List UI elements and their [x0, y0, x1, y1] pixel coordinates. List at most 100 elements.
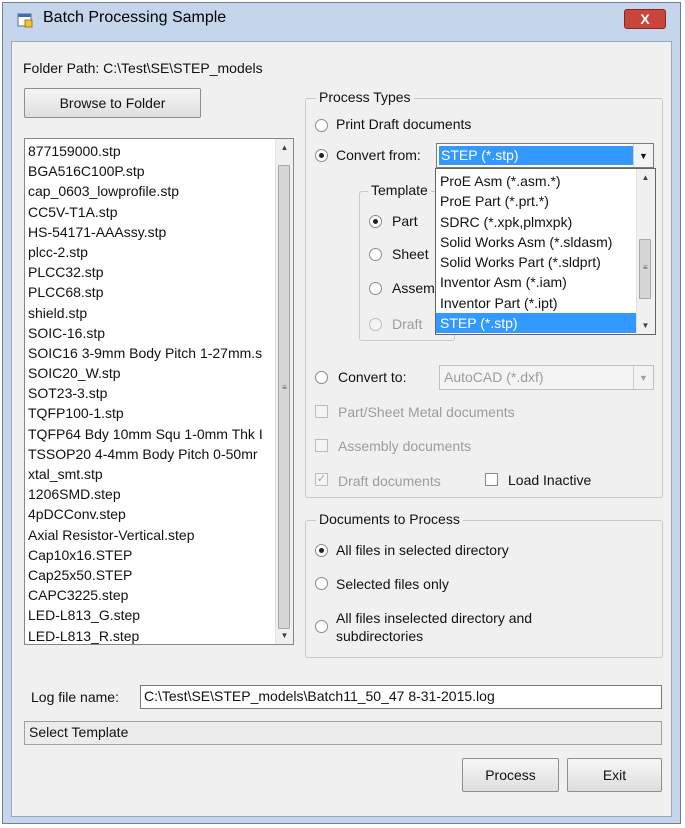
list-item[interactable]: 877159000.stp [25, 141, 276, 161]
process-types-legend: Process Types [316, 89, 414, 105]
template-part-label: Part [392, 213, 418, 229]
template-draft-label: Draft [392, 316, 423, 332]
convert-to-combo[interactable]: AutoCAD (*.dxf) ▼ [439, 365, 654, 390]
grip-icon: ≡ [282, 383, 287, 392]
dropdown-option[interactable]: STEP (*.stp) [436, 313, 637, 334]
selected-files-label: Selected files only [336, 576, 449, 592]
chevron-down-icon[interactable]: ▼ [633, 144, 653, 167]
list-item[interactable]: BGA516C100P.stp [25, 161, 276, 181]
template-draft-radio[interactable] [369, 318, 382, 331]
list-item[interactable]: 1206SMD.step [25, 484, 276, 504]
log-file-input[interactable]: C:\Test\SE\STEP_models\Batch11_50_47 8-3… [140, 685, 662, 709]
dropdown-option[interactable]: ProE Part (*.prt.*) [436, 191, 637, 211]
all-files-radio[interactable] [315, 544, 328, 557]
list-item[interactable]: Cap25x50.STEP [25, 565, 276, 585]
chevron-down-icon[interactable]: ▼ [633, 366, 653, 389]
grip-icon: ≡ [643, 263, 648, 272]
all-files-label: All files in selected directory [336, 542, 509, 558]
convert-to-radio[interactable] [315, 371, 328, 384]
file-list: 877159000.stp BGA516C100P.stp cap_0603_low… [25, 141, 276, 645]
load-inactive-checkbox[interactable] [485, 473, 498, 486]
list-item[interactable]: LED-L813_G.step [25, 605, 276, 625]
list-item[interactable]: PLCC68.stp [25, 282, 276, 302]
template-legend: Template [368, 182, 431, 198]
list-item[interactable]: SOIC-16.stp [25, 323, 276, 343]
client-area: Folder Path: C:\Test\SE\STEP_models Brow… [11, 41, 672, 817]
convert-from-label: Convert from: [336, 147, 421, 163]
draft-docs-checkbox[interactable]: ✓ [315, 473, 328, 486]
all-subdirs-label-line1: All files inselected directory and [336, 610, 533, 626]
load-inactive-label: Load Inactive [508, 472, 592, 488]
list-item[interactable]: PLCC32.stp [25, 262, 276, 282]
app-window: Batch Processing Sample X Folder Path: C… [2, 2, 681, 824]
list-item[interactable]: Axial Resistor-Vertical.step [25, 525, 276, 545]
convert-to-value: AutoCAD (*.dxf) [444, 369, 544, 385]
dropdown-option[interactable]: Solid Works Asm (*.sldasm) [436, 232, 637, 252]
window-title: Batch Processing Sample [43, 9, 227, 26]
file-list-scrollbar[interactable]: ▲ ≡ ▼ [275, 139, 293, 644]
list-item[interactable]: plcc-2.stp [25, 242, 276, 262]
list-item[interactable]: CAPC3225.step [25, 585, 276, 605]
all-subdirs-label-line2: subdirectories [336, 628, 424, 644]
list-item[interactable]: TQFP100-1.stp [25, 403, 276, 423]
list-item[interactable]: TQFP64 Bdy 10mm Squ 1-0mm Thk I [25, 424, 276, 444]
template-sheet-radio[interactable] [369, 248, 382, 261]
print-draft-label: Print Draft documents [336, 116, 472, 132]
all-subdirs-radio[interactable] [315, 620, 328, 633]
list-item[interactable]: SOIC16 3-9mm Body Pitch 1-27mm.s [25, 343, 276, 363]
template-sheet-label: Sheet [392, 246, 429, 262]
scroll-thumb[interactable]: ≡ [278, 165, 290, 629]
list-item[interactable]: CC5V-T1A.stp [25, 202, 276, 222]
scroll-down-arrow-icon[interactable]: ▼ [276, 627, 293, 644]
convert-from-dropdown[interactable]: ProE Asm (*.asm.*) ProE Part (*.prt.*) SDR… [435, 168, 656, 335]
list-item[interactable]: LED-L813_R.step [25, 626, 276, 645]
title-bar[interactable]: Batch Processing Sample X [3, 3, 680, 33]
documents-group: Documents to Process All files in select… [305, 511, 663, 658]
scroll-down-arrow-icon[interactable]: ▼ [637, 317, 654, 334]
list-item[interactable]: SOT23-3.stp [25, 383, 276, 403]
dropdown-option[interactable]: ProE Asm (*.asm.*) [436, 171, 637, 191]
browse-folder-button[interactable]: Browse to Folder [24, 88, 201, 118]
list-item[interactable]: SOIC20_W.stp [25, 363, 276, 383]
close-button[interactable]: X [624, 9, 666, 29]
log-file-label: Log file name: [31, 689, 119, 705]
list-item[interactable]: 4pDCConv.step [25, 504, 276, 524]
dropdown-option[interactable]: Solid Works Part (*.sldprt) [436, 252, 637, 272]
dropdown-option[interactable]: Inventor Part (*.ipt) [436, 293, 637, 313]
list-item[interactable]: Cap10x16.STEP [25, 545, 276, 565]
process-types-group: Process Types Print Draft documents Conv… [305, 89, 663, 498]
assembly-docs-checkbox[interactable] [315, 439, 328, 452]
selected-files-radio[interactable] [315, 577, 328, 590]
exit-button[interactable]: Exit [567, 758, 662, 792]
template-part-radio[interactable] [369, 215, 382, 228]
convert-from-value: STEP (*.stp) [439, 146, 633, 165]
list-item[interactable]: TSSOP20 4-4mm Body Pitch 0-50mr [25, 444, 276, 464]
dropdown-options: ProE Asm (*.asm.*) ProE Part (*.prt.*) SDR… [436, 171, 637, 334]
form-icon [17, 13, 33, 28]
dropdown-option[interactable]: SDRC (*.xpk,plmxpk) [436, 212, 637, 232]
part-sheet-checkbox[interactable] [315, 405, 328, 418]
scroll-up-arrow-icon[interactable]: ▲ [276, 139, 293, 156]
folder-path-label: Folder Path: C:\Test\SE\STEP_models [23, 60, 263, 76]
close-icon: X [640, 11, 650, 27]
list-item[interactable]: cap_0603_lowprofile.stp [25, 181, 276, 201]
draft-docs-label: Draft documents [338, 473, 441, 489]
template-assembly-radio[interactable] [369, 282, 382, 295]
convert-to-label: Convert to: [338, 369, 407, 385]
dropdown-scroll-thumb[interactable]: ≡ [639, 239, 651, 299]
assembly-docs-label: Assembly documents [338, 438, 472, 454]
list-item[interactable]: xtal_smt.stp [25, 464, 276, 484]
convert-from-radio[interactable] [315, 149, 328, 162]
scroll-up-arrow-icon[interactable]: ▲ [637, 169, 654, 186]
list-item[interactable]: shield.stp [25, 303, 276, 323]
status-bar: Select Template [24, 721, 662, 745]
print-draft-radio[interactable] [315, 119, 328, 132]
dropdown-option[interactable]: Inventor Asm (*.iam) [436, 272, 637, 292]
template-assembly-label: Assem [392, 280, 435, 296]
file-listbox[interactable]: 877159000.stp BGA516C100P.stp cap_0603_low… [24, 138, 294, 645]
process-button[interactable]: Process [462, 758, 559, 792]
list-item[interactable]: HS-54171-AAAssy.stp [25, 222, 276, 242]
dropdown-scrollbar[interactable]: ▲ ≡ ▼ [636, 169, 655, 334]
convert-from-combo[interactable]: STEP (*.stp) ▼ [436, 143, 654, 168]
part-sheet-label: Part/Sheet Metal documents [338, 404, 515, 420]
